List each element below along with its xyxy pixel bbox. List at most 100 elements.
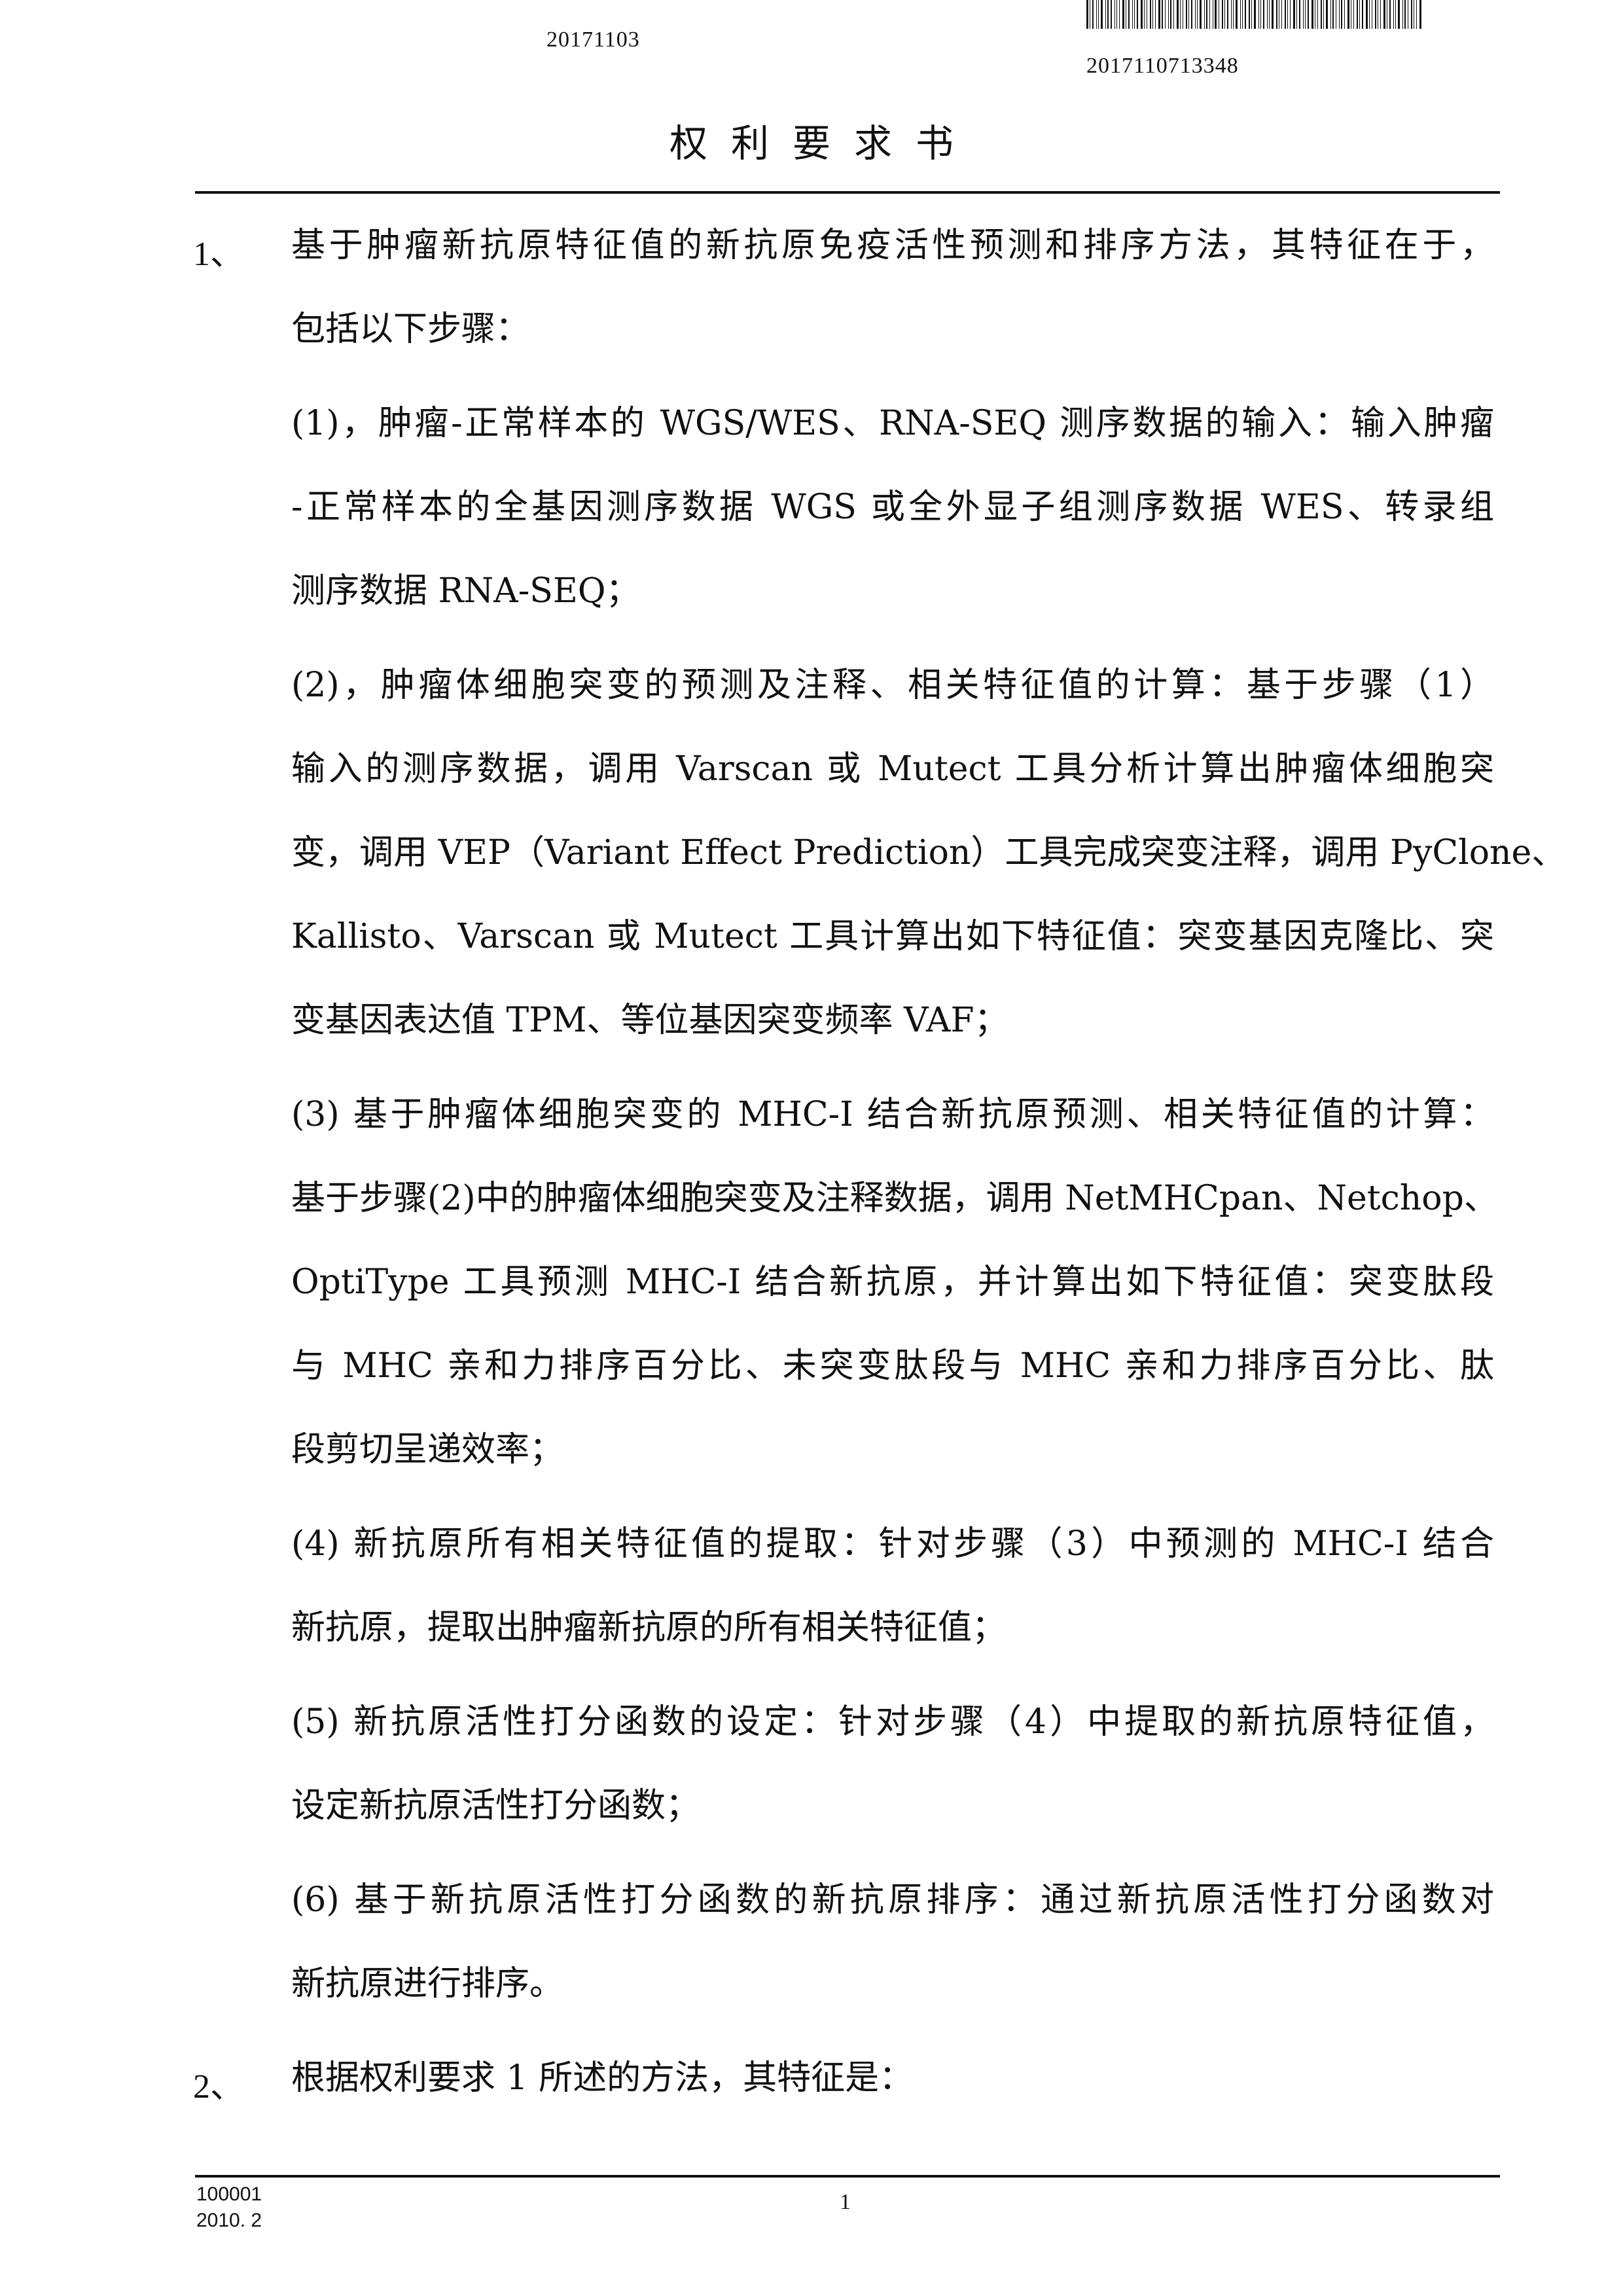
barcode-bar: [1092, 0, 1094, 29]
claim-number: 1、: [193, 226, 244, 275]
barcode-bar: [1254, 0, 1256, 29]
barcode-bar: [1224, 0, 1225, 29]
claim-text-line: 与 MHC 亲和力排序百分比、未突变肽段与 MHC 亲和力排序百分比、肽: [291, 1346, 1494, 1386]
barcode-bar: [1305, 0, 1306, 29]
barcode-bar: [1111, 0, 1112, 29]
barcode-bar: [1144, 0, 1145, 29]
barcode-bar: [1419, 0, 1421, 29]
claim-text-line: Kallisto、Varscan 或 Mutect 工具计算出如下特征值：突变基…: [291, 917, 1494, 956]
barcode-bar: [1357, 0, 1358, 29]
claim-text-line: -正常样本的全基因测序数据 WGS 或全外显子组测序数据 WES、转录组: [291, 488, 1494, 527]
claim-text-line: 新抗原进行排序。: [291, 1964, 1494, 2003]
barcode-bar: [1200, 0, 1202, 29]
barcode-bar: [1366, 0, 1368, 29]
barcode-bar: [1096, 0, 1097, 29]
claim-text-line: 基于步骤(2)中的肿瘤体细胞突变及注释数据，调用 NetMHCpan、Netch…: [291, 1179, 1494, 1218]
barcode-bar: [1281, 0, 1282, 29]
barcode-bar: [1132, 0, 1133, 29]
header-divider: [195, 191, 1500, 194]
barcode-bar: [1242, 0, 1243, 29]
barcode-image: [1086, 0, 1500, 29]
barcode-bar: [1107, 0, 1109, 29]
claim-number: 2、: [193, 2058, 244, 2108]
barcode-bar: [1128, 0, 1130, 29]
document-title: 权利要求书: [0, 113, 1623, 168]
claim-text-line: (4) 新抗原所有相关特征值的提取：针对步骤（3）中预测的 MHC-I 结合: [291, 1524, 1494, 1564]
barcode-bar: [1122, 0, 1124, 29]
claim-text-line: OptiType 工具预测 MHC-I 结合新抗原，并计算出如下特征值：突变肽段: [291, 1263, 1494, 1302]
barcode-bar: [1362, 0, 1363, 29]
claim-text-line: 根据权利要求 1 所述的方法，其特征是：: [291, 2058, 1494, 2098]
barcode-bar: [1173, 0, 1174, 29]
claim-text-line: 测序数据 RNA-SEQ；: [291, 571, 1494, 611]
header-date: 20171103: [546, 27, 640, 52]
barcode-bar: [1098, 0, 1099, 29]
barcode-bar: [1323, 0, 1324, 29]
barcode-bar: [1369, 0, 1370, 29]
barcode-bar: [1296, 0, 1297, 29]
claim-text-line: (6) 基于新抗原活性打分函数的新抗原排序：通过新抗原活性打分函数对: [291, 1880, 1494, 1920]
barcode-bar: [1311, 0, 1313, 29]
claim-text-line: 基于肿瘤新抗原特征值的新抗原免疫活性预测和排序方法，其特征在于，: [291, 226, 1494, 265]
footer-divider: [195, 2175, 1500, 2178]
barcode-bar: [1119, 0, 1120, 29]
barcode-bar: [1168, 0, 1169, 29]
barcode-bar: [1227, 0, 1228, 29]
barcode-bar: [1344, 0, 1345, 29]
barcode-bar: [1116, 0, 1117, 29]
barcode-bar: [1332, 0, 1334, 29]
barcode-bar: [1267, 0, 1268, 29]
claim-text-line: 设定新抗原活性打分函数；: [291, 1786, 1494, 1825]
barcode-bar: [1231, 0, 1232, 29]
claim-text-line: (2)，肿瘤体细胞突变的预测及注释、相关特征值的计算：基于步骤（1）: [291, 666, 1494, 705]
barcode-bar: [1222, 0, 1223, 29]
claim-text-line: (5) 新抗原活性打分函数的设定：针对步骤（4）中提取的新抗原特征值，: [291, 1702, 1494, 1742]
barcode-bar: [1395, 0, 1396, 29]
barcode-bar: [1236, 0, 1238, 29]
barcode-bar: [1186, 0, 1187, 29]
barcode-number: 2017110713348: [1086, 54, 1239, 79]
barcode-bar: [1299, 0, 1300, 29]
barcode-bar: [1101, 0, 1103, 29]
barcode-bar: [1162, 0, 1163, 29]
footer-form-code: 100001: [196, 2183, 262, 2206]
barcode-bar: [1353, 0, 1354, 29]
barcode-bar: [1158, 0, 1160, 29]
barcode-bar: [1165, 0, 1166, 29]
barcode-bar: [1389, 0, 1391, 29]
barcode-bar: [1177, 0, 1179, 29]
barcode-bar: [1303, 0, 1304, 29]
claim-text-line: 段剪切呈递效率；: [291, 1430, 1494, 1469]
barcode-bar: [1170, 0, 1171, 29]
barcode-bar: [1330, 0, 1331, 29]
barcode-bar: [1251, 0, 1252, 29]
barcode-bar: [1308, 0, 1309, 29]
barcode-bar: [1141, 0, 1143, 29]
barcode-bar: [1150, 0, 1151, 29]
claim-text-line: 变基因表达值 TPM、等位基因突变频率 VAF；: [291, 1001, 1494, 1040]
page-number: 1: [840, 2190, 851, 2215]
claim-text-line: 输入的测序数据，调用 Varscan 或 Mutect 工具分析计算出肿瘤体细胞…: [291, 749, 1494, 789]
barcode-bar: [1375, 0, 1376, 29]
claim-text-line: (3) 基于肿瘤体细胞突变的 MHC-I 结合新抗原预测、相关特征值的计算：: [291, 1095, 1494, 1134]
barcode-bar: [1152, 0, 1153, 29]
barcode-bar: [1317, 0, 1318, 29]
barcode-bar: [1180, 0, 1181, 29]
barcode-bar: [1380, 0, 1381, 29]
footer-form-version: 2010. 2: [196, 2210, 262, 2232]
barcode-bar: [1393, 0, 1394, 29]
barcode-bar: [1260, 0, 1261, 29]
barcode-bar: [1249, 0, 1250, 29]
barcode-bar: [1287, 0, 1288, 29]
barcode-bar: [1191, 0, 1192, 29]
barcode-bar: [1276, 0, 1277, 29]
barcode-bar: [1258, 0, 1259, 29]
barcode-bar: [1215, 0, 1217, 29]
barcode-bar: [1293, 0, 1295, 29]
claim-text-line: 包括以下步骤：: [291, 310, 1494, 349]
barcode-bar: [1404, 0, 1406, 29]
barcode-bar: [1086, 0, 1088, 29]
barcode-bar: [1402, 0, 1403, 29]
claim-text-line: 变，调用 VEP（Variant Effect Prediction）工具完成突…: [291, 833, 1494, 872]
claim-text-line: (1)，肿瘤-正常样本的 WGS/WES、RNA-SEQ 测序数据的输入：输入肿…: [291, 404, 1494, 443]
